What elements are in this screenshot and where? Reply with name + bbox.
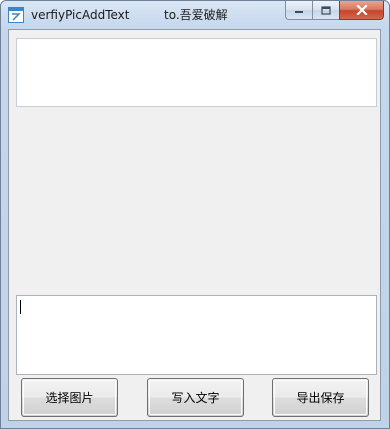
minimize-icon (295, 11, 303, 13)
app-window: verfiyPicAddText to.吾爱破解 选择图片 写入文字 导出保存 (0, 0, 390, 429)
close-button[interactable] (339, 1, 384, 20)
text-caret (20, 300, 21, 314)
title-bar[interactable]: verfiyPicAddText to.吾爱破解 (1, 1, 389, 29)
text-input-field[interactable] (16, 295, 377, 375)
maximize-button[interactable] (312, 1, 339, 20)
window-subtitle: to.吾爱破解 (164, 8, 228, 22)
write-text-label: 写入文字 (171, 391, 220, 405)
window-title: verfiyPicAddText (31, 8, 130, 22)
maximize-icon (321, 5, 331, 15)
client-area: 选择图片 写入文字 导出保存 (8, 29, 381, 421)
caption-buttons (285, 1, 384, 21)
export-save-label: 导出保存 (296, 391, 345, 405)
top-text-field[interactable] (16, 38, 377, 107)
close-icon (355, 5, 368, 15)
select-image-button[interactable]: 选择图片 (21, 378, 118, 417)
app-window-icon (8, 7, 24, 23)
image-preview-area (16, 110, 377, 292)
export-save-button[interactable]: 导出保存 (272, 378, 369, 417)
write-text-button[interactable]: 写入文字 (147, 378, 244, 417)
minimize-button[interactable] (285, 1, 312, 20)
select-image-label: 选择图片 (45, 391, 94, 405)
